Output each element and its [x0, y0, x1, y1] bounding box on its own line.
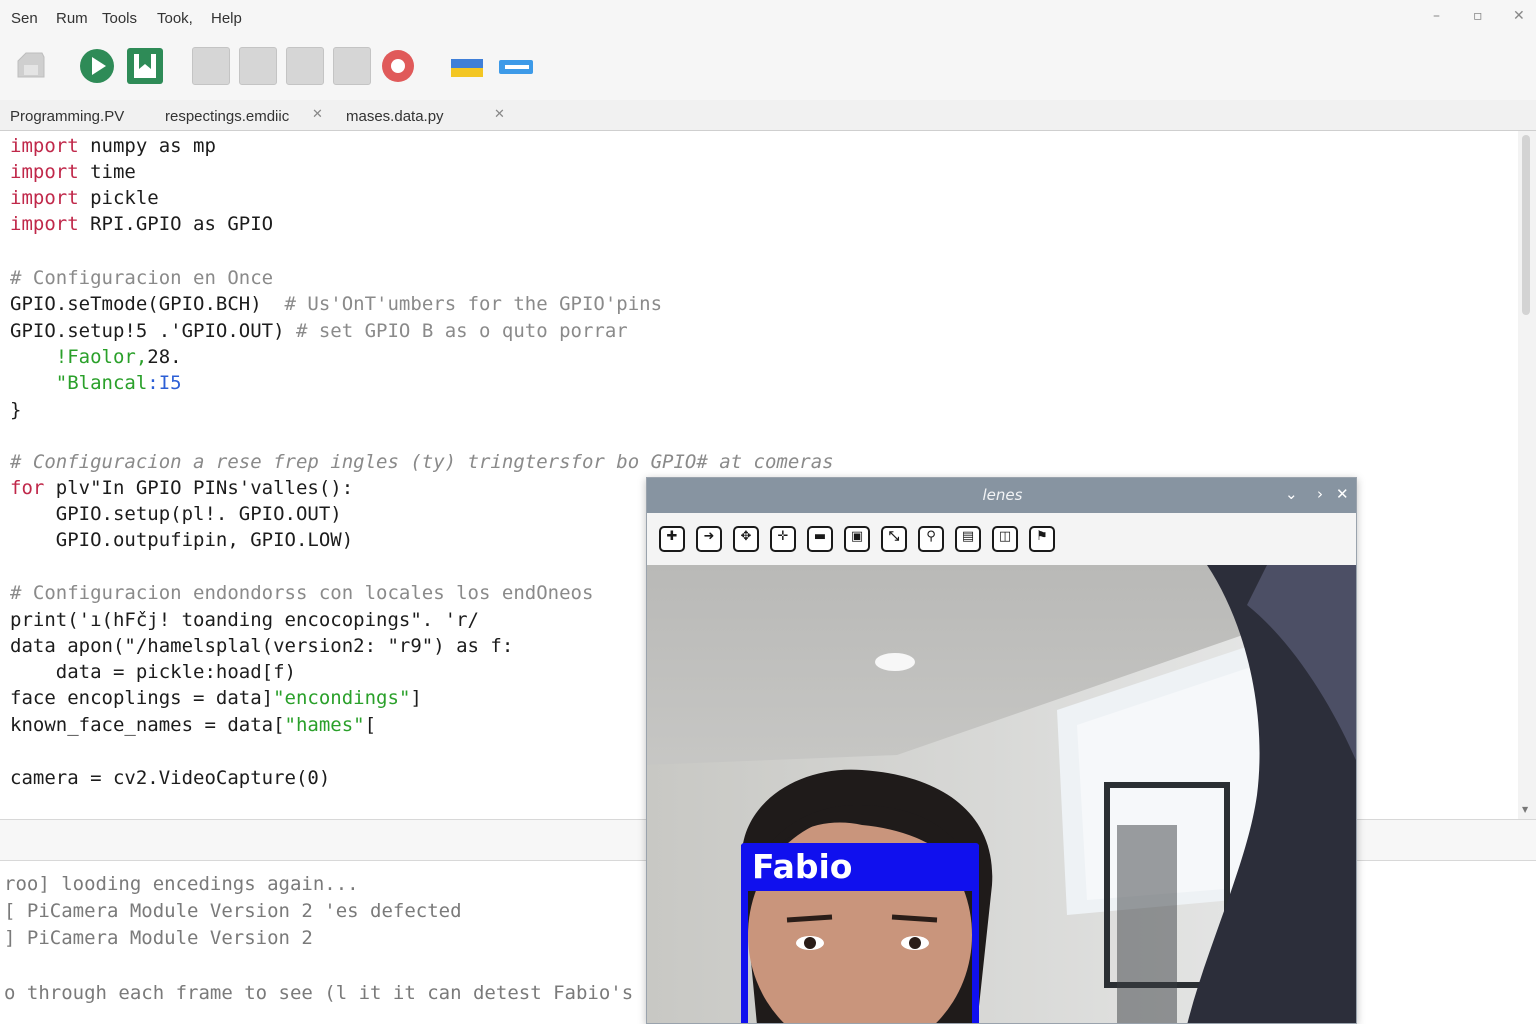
stop-button[interactable]: [379, 47, 417, 85]
menu-item-tools[interactable]: Tools: [102, 10, 137, 27]
new-file-button[interactable]: [12, 47, 50, 85]
collapse-icon[interactable]: ⌄: [1285, 485, 1298, 503]
code-line: face encoplings = data]"encondings"]: [10, 687, 422, 709]
flag-icon: [451, 59, 483, 77]
code-comment: # Configuracion a rese frep ingles (ty) …: [10, 451, 834, 473]
save-icon[interactable]: ◫: [992, 526, 1018, 552]
code-line: data apon("/hamelsplal(version2: "r9") a…: [10, 635, 514, 657]
tab-bar: Programming.PV respectings.emdiic ✕ mase…: [0, 100, 1536, 131]
code-comment: # Configuracion endondorss con locales l…: [10, 582, 594, 604]
tab-mases-data[interactable]: mases.data.py: [346, 100, 444, 131]
detection-label: Fabio: [752, 847, 853, 886]
code-line: print('ı(hFčj! toanding encocopings". 'r…: [10, 609, 479, 631]
code-line: GPIO.seTmode(GPIO.BCH) # Us'OnT'umbers f…: [10, 293, 663, 315]
code-line: camera = cv2.VideoCapture(0): [10, 767, 331, 789]
toggle-icon: [499, 60, 533, 74]
flag-button[interactable]: [449, 47, 487, 85]
code-line: data = pickle:hoad[f): [10, 661, 296, 683]
move-up-icon[interactable]: ✥: [733, 526, 759, 552]
minimize-button[interactable]: –: [1433, 8, 1440, 24]
code-line: GPIO.outpufipin, GPIO.LOW): [10, 529, 354, 551]
code-line: }: [10, 399, 22, 421]
code-line: GPIO.setup(pl!. GPIO.OUT): [10, 503, 342, 525]
camera-window-title: lenes: [982, 486, 1023, 504]
code-comment: # Configuracion en Once: [10, 267, 274, 289]
menu-item-help[interactable]: Help: [211, 10, 242, 27]
pan-left-icon[interactable]: ✚: [659, 526, 685, 552]
code-line: known_face_names = data["hames"[: [10, 714, 377, 736]
move-split-icon[interactable]: ✛: [770, 526, 796, 552]
step-over-button[interactable]: [239, 47, 277, 85]
close-icon[interactable]: ✕: [1336, 485, 1349, 503]
fit-icon[interactable]: ▣: [844, 526, 870, 552]
scrollbar-thumb[interactable]: [1522, 135, 1530, 315]
tab-respectings[interactable]: respectings.emdiic: [165, 100, 289, 131]
arrow-right-icon[interactable]: ➜: [696, 526, 722, 552]
tab-close-icon[interactable]: ✕: [312, 107, 323, 122]
shell-line: ] PiCamera Module Version 2: [4, 927, 313, 949]
play-icon: [80, 49, 114, 83]
toggle-button[interactable]: [497, 47, 535, 85]
camera-toolbar: ✚ ➜ ✥ ✛ ▬ ▣ ⤡ ⚲ ▤ ◫ ⚑: [647, 513, 1356, 565]
camera-window[interactable]: lenes ⌄ › ✕ ✚ ➜ ✥ ✛ ▬ ▣ ⤡ ⚲ ▤ ◫ ⚑ Fabio: [646, 477, 1357, 1024]
editor-scrollbar[interactable]: ▼: [1518, 131, 1536, 819]
tab-close-icon[interactable]: ✕: [494, 107, 505, 122]
disk-icon: [17, 52, 45, 78]
menu-item-run[interactable]: Rum: [56, 10, 88, 27]
menu-bar: Sen Rum Tools Took, Help – ▫ ✕: [0, 0, 1536, 38]
code-line: import RPI.GPIO as GPIO: [10, 213, 274, 235]
run-button[interactable]: [78, 47, 116, 85]
code-line: import pickle: [10, 187, 159, 209]
zoom-search-icon[interactable]: ⚲: [918, 526, 944, 552]
export-icon[interactable]: ⚑: [1029, 526, 1055, 552]
code-line: GPIO.setup!5 .'GPIO.OUT) # set GPIO B as…: [10, 320, 628, 342]
shell-line: roo] looding encedings again...: [4, 873, 359, 895]
save-button[interactable]: [126, 47, 164, 85]
code-line: import numpy as mp: [10, 135, 216, 157]
debug-button[interactable]: [192, 47, 230, 85]
stop-icon: [382, 50, 414, 82]
code-line: import time: [10, 161, 136, 183]
shell-line: [ PiCamera Module Version 2 'es defected: [4, 900, 462, 922]
close-button[interactable]: ✕: [1513, 8, 1525, 24]
shell-line: o through each frame to see (l it it can…: [4, 982, 634, 1004]
menu-item-sen[interactable]: Sen: [11, 10, 38, 27]
code-line: "Blancal:I5: [10, 372, 182, 394]
copy-icon[interactable]: ▤: [955, 526, 981, 552]
toolbar: [0, 38, 1536, 100]
tab-programming[interactable]: Programming.PV: [10, 100, 124, 131]
more-icon[interactable]: ›: [1317, 485, 1323, 503]
camera-window-titlebar[interactable]: lenes ⌄ › ✕: [647, 478, 1356, 513]
restore-button[interactable]: ▫: [1473, 8, 1483, 24]
window-icon[interactable]: ▬: [807, 526, 833, 552]
scroll-down-icon[interactable]: ▼: [1522, 805, 1528, 814]
bookmark-icon: [127, 48, 163, 84]
menu-item-took[interactable]: Took,: [157, 10, 193, 27]
zoom-tool-icon[interactable]: ⤡: [881, 526, 907, 552]
code-line: !Faolor,28.: [10, 346, 182, 368]
code-line: for plv"In GPIO PINs'valles():: [10, 477, 354, 499]
step-out-button[interactable]: [333, 47, 371, 85]
camera-feed: Fabio: [647, 565, 1356, 1023]
step-into-button[interactable]: [286, 47, 324, 85]
